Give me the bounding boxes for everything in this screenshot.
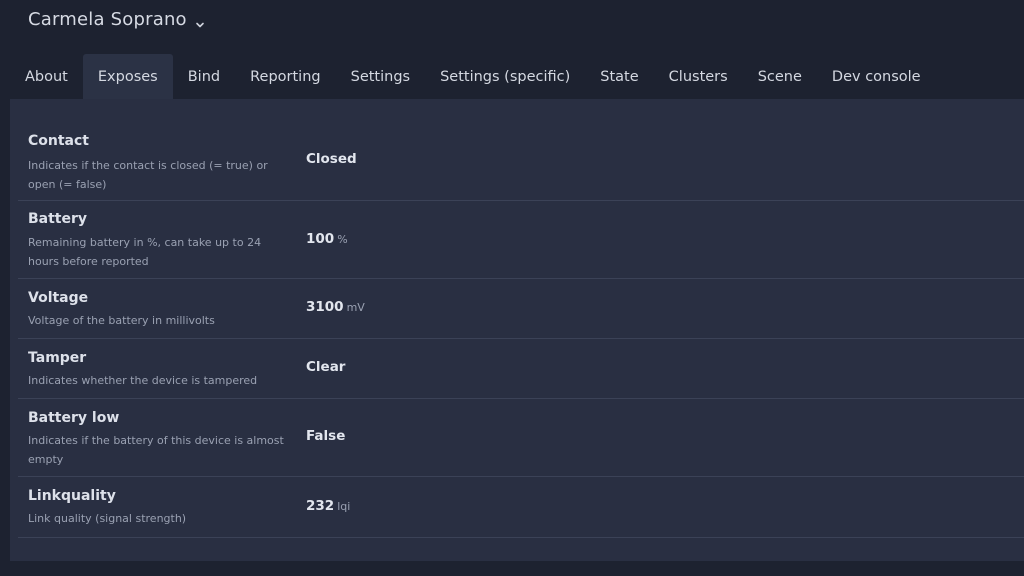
expose-title: Contact <box>28 133 89 149</box>
tab-reporting[interactable]: Reporting <box>235 54 336 99</box>
expose-value: 3100 mV <box>306 299 365 315</box>
expose-row-battery-low: Battery low Indicates if the battery of … <box>18 399 1024 477</box>
expose-description: Indicates if the battery of this device … <box>28 434 284 466</box>
expose-title: Linkquality <box>28 488 116 504</box>
tab-scene[interactable]: Scene <box>743 54 817 99</box>
expose-row-contact: Contact Indicates if the contact is clos… <box>18 121 1024 201</box>
expose-value-text: 3100 <box>306 299 344 315</box>
expose-value-text: Clear <box>306 359 346 375</box>
expose-row-voltage: Voltage Voltage of the battery in milliv… <box>18 279 1024 339</box>
device-header: Carmela Soprano <box>0 0 1024 52</box>
exposes-panel: Contact Indicates if the contact is clos… <box>10 99 1024 561</box>
expose-title: Tamper <box>28 350 87 366</box>
expose-unit: lqi <box>337 500 351 513</box>
expose-description: Indicates if the contact is closed (= tr… <box>28 159 268 191</box>
expose-value-text: False <box>306 428 346 444</box>
device-name: Carmela Soprano <box>28 9 187 30</box>
tab-bind[interactable]: Bind <box>173 54 235 99</box>
expose-description: Remaining battery in %, can take up to 2… <box>28 236 262 268</box>
expose-unit: % <box>337 233 348 246</box>
tab-bar: About Exposes Bind Reporting Settings Se… <box>10 54 936 99</box>
expose-title: Battery <box>28 211 88 227</box>
expose-value-text: 100 <box>306 231 335 247</box>
expose-title: Voltage <box>28 290 89 306</box>
tab-state[interactable]: State <box>585 54 653 99</box>
tab-about[interactable]: About <box>10 54 83 99</box>
expose-row-battery: Battery Remaining battery in %, can take… <box>18 201 1024 279</box>
expose-value: 100% <box>306 231 348 247</box>
expose-row-tamper: Tamper Indicates whether the device is t… <box>18 339 1024 399</box>
tab-settings[interactable]: Settings <box>336 54 425 99</box>
expose-value: False <box>306 428 345 444</box>
chevron-down-icon <box>195 15 205 28</box>
tab-settings-specific[interactable]: Settings (specific) <box>425 54 585 99</box>
device-name-dropdown[interactable]: Carmela Soprano <box>28 9 205 30</box>
expose-row-linkquality: Linkquality Link quality (signal strengt… <box>18 477 1024 538</box>
expose-value: Closed <box>306 151 357 167</box>
tab-exposes[interactable]: Exposes <box>82 54 173 99</box>
tab-clusters[interactable]: Clusters <box>654 54 743 99</box>
expose-unit: mV <box>346 301 365 314</box>
tab-dev-console[interactable]: Dev console <box>817 54 936 99</box>
expose-description: Indicates whether the device is tampered <box>28 374 258 387</box>
expose-title: Battery low <box>28 410 120 426</box>
expose-value: 232 lqi <box>306 498 350 514</box>
expose-description: Link quality (signal strength) <box>28 512 187 525</box>
expose-description: Voltage of the battery in millivolts <box>28 314 215 327</box>
expose-value-text: Closed <box>306 151 357 167</box>
expose-value: Clear <box>306 359 345 375</box>
expose-value-text: 232 <box>306 498 335 514</box>
